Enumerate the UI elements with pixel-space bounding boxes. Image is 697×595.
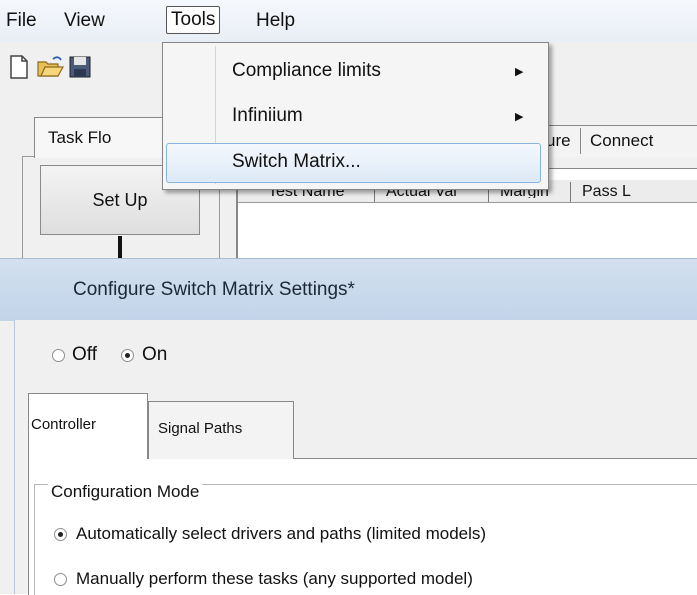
tab-partial[interactable]: ure (546, 131, 571, 151)
column-separator (570, 182, 571, 202)
column-header-pass-limit[interactable]: Pass L (582, 184, 631, 198)
tab-connect[interactable]: Connect (590, 131, 653, 151)
menu-bar: File View Tools Help (0, 0, 697, 42)
radio-automatic-mode[interactable] (54, 528, 67, 541)
radio-automatic-mode-label[interactable]: Automatically select drivers and paths (… (76, 524, 486, 544)
radio-manual-mode-label[interactable]: Manually perform these tasks (any suppor… (76, 569, 473, 589)
radio-off-label[interactable]: Off (72, 344, 97, 366)
menu-help[interactable]: Help (252, 8, 299, 34)
tab-signal-paths-label: Signal Paths (158, 420, 243, 437)
open-folder-icon[interactable] (36, 54, 64, 80)
radio-on[interactable] (121, 349, 134, 362)
menu-view[interactable]: View (60, 8, 109, 34)
tab-separator (580, 128, 581, 154)
task-flow-tab-label: Task Flo (48, 128, 112, 147)
menu-tools[interactable]: Tools (166, 6, 221, 34)
submenu-arrow-icon: ▶ (515, 66, 524, 78)
task-flow-connector (118, 236, 122, 260)
radio-off[interactable] (52, 349, 65, 362)
menu-file[interactable]: File (2, 8, 41, 34)
menu-item-switch-matrix[interactable]: Switch Matrix... (232, 151, 361, 173)
radio-on-label[interactable]: On (142, 344, 167, 366)
menu-item-compliance-limits[interactable]: Compliance limits (232, 60, 381, 82)
dialog-title: Configure Switch Matrix Settings* (73, 279, 355, 300)
radio-manual-mode[interactable] (54, 573, 67, 586)
new-file-icon[interactable] (8, 54, 30, 80)
menu-item-infiniium[interactable]: Infiniium (232, 105, 303, 127)
submenu-arrow-icon: ▶ (515, 111, 524, 123)
save-icon[interactable] (68, 54, 92, 80)
tab-controller-label: Controller (31, 416, 97, 433)
configuration-mode-legend: Configuration Mode (48, 482, 203, 502)
